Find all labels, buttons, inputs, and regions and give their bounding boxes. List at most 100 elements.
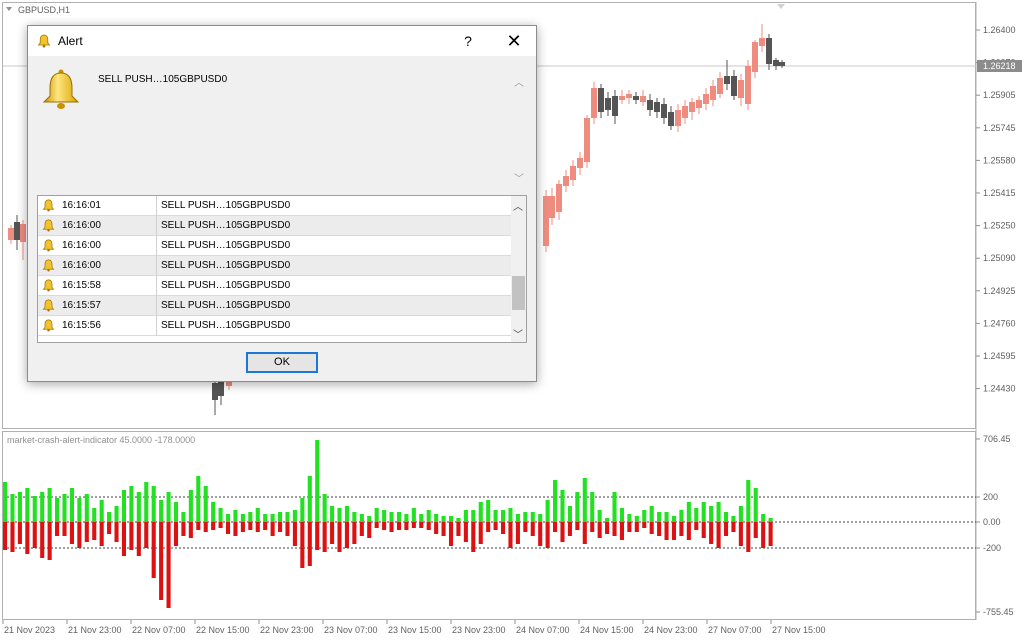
dialog-titlebar[interactable]: Alert ? ✕: [28, 26, 536, 56]
candle-body: [563, 176, 569, 186]
scroll-down-icon[interactable]: ﹀: [514, 170, 524, 185]
list-item[interactable]: 16:16:00 SELL PUSH…105GBPUSD0: [38, 236, 512, 256]
candle-body: [570, 166, 576, 180]
histogram-bar-down: [441, 522, 446, 536]
list-item[interactable]: 16:15:58 SELL PUSH…105GBPUSD0: [38, 276, 512, 296]
bell-icon: [42, 319, 55, 332]
time-label: 24 Nov 15:00: [580, 625, 634, 635]
histogram-bar-down: [159, 522, 164, 600]
histogram-bar-up: [225, 514, 231, 522]
list-item[interactable]: 16:16:00 SELL PUSH…105GBPUSD0: [38, 216, 512, 236]
histogram-bar-up: [344, 506, 349, 522]
histogram-bar-up: [330, 506, 335, 522]
close-button[interactable]: ✕: [504, 31, 524, 51]
histogram-bar-up: [612, 492, 617, 522]
candle-body: [633, 96, 639, 100]
symbol-label: GBPUSD,H1: [18, 5, 70, 15]
histogram-bar-up: [508, 508, 513, 522]
time-label: 23 Nov 15:00: [388, 625, 442, 635]
list-item[interactable]: 16:16:00 SELL PUSH…105GBPUSD0: [38, 256, 512, 276]
histogram-bar-down: [151, 522, 156, 578]
column-divider: [156, 296, 157, 316]
histogram-bar-up: [181, 512, 186, 522]
histogram-bar-down: [538, 522, 543, 546]
bell-icon: [42, 299, 55, 312]
list-item[interactable]: 16:15:56 SELL PUSH…105GBPUSD0: [38, 316, 512, 336]
histogram-bar-up: [278, 512, 283, 522]
alert-bell-icon: [42, 69, 80, 109]
histogram-bar-up: [17, 492, 22, 522]
histogram-bar-up: [627, 514, 632, 522]
alert-time: 16:15:56: [62, 320, 101, 331]
help-button[interactable]: ?: [458, 31, 478, 51]
histogram-bar-down: [567, 522, 572, 536]
alert-text: SELL PUSH…105GBPUSD0: [161, 240, 291, 251]
histogram-bar-down: [121, 522, 127, 556]
ok-button[interactable]: OK: [246, 352, 318, 373]
list-scroll-up-icon[interactable]: ︿: [513, 198, 523, 213]
histogram-bar-up: [25, 488, 30, 522]
price-label: 1.24760: [983, 318, 1016, 328]
histogram-bar-down: [738, 522, 743, 546]
column-divider: [156, 236, 157, 256]
histogram-bar-up: [367, 516, 372, 522]
chart-shift-icon: [777, 4, 785, 9]
histogram-bar-up: [396, 512, 402, 522]
histogram-bar-down: [181, 522, 186, 536]
histogram-bar-down: [389, 522, 394, 532]
histogram-bar-down: [523, 522, 528, 532]
histogram-bar-up: [92, 508, 97, 522]
histogram-bar-up: [441, 516, 446, 522]
histogram-bar-up: [32, 496, 37, 522]
candle-body: [591, 88, 597, 118]
list-scroll-thumb[interactable]: [512, 276, 525, 310]
indicator-scale-label: -200: [983, 543, 1001, 553]
histogram-bar-down: [419, 522, 424, 528]
histogram-bar-up: [300, 498, 305, 522]
dialog-title: Alert: [58, 34, 83, 48]
indicator-scale-label: -755.45: [983, 607, 1014, 617]
candle-body: [766, 38, 772, 64]
list-scrollbar[interactable]: ︿ ﹀: [511, 196, 526, 342]
list-scroll-down-icon[interactable]: ﹀: [513, 326, 523, 341]
histogram-bar-up: [657, 512, 662, 522]
histogram-bar-down: [605, 522, 610, 534]
histogram-bar-down: [129, 522, 134, 550]
alert-text: SELL PUSH…105GBPUSD0: [161, 320, 291, 331]
histogram-bar-down: [649, 522, 654, 534]
histogram-bar-down: [62, 522, 67, 536]
histogram-bar-down: [136, 522, 141, 556]
bell-icon: [42, 259, 55, 272]
histogram-bar-up: [664, 512, 669, 522]
histogram-bar-up: [768, 518, 773, 522]
list-item[interactable]: 16:15:57 SELL PUSH…105GBPUSD0: [38, 296, 512, 316]
histogram-bar-down: [382, 522, 387, 530]
histogram-bar-up: [263, 514, 268, 522]
scroll-up-icon[interactable]: ︿: [514, 74, 524, 89]
histogram-bar-up: [233, 510, 238, 522]
time-label: 22 Nov 15:00: [196, 625, 250, 635]
histogram-bar-up: [62, 494, 67, 522]
time-label: 21 Nov 2023: [4, 625, 55, 635]
alert-history-list[interactable]: 16:16:01 SELL PUSH…105GBPUSD0 16:16:00 SELL…: [37, 195, 527, 343]
column-divider: [156, 316, 157, 336]
histogram-bar-down: [634, 522, 639, 532]
histogram-bar-up: [218, 508, 223, 522]
histogram-bar-up: [359, 514, 364, 522]
price-label: 1.25580: [983, 155, 1016, 165]
list-item[interactable]: 16:16:01 SELL PUSH…105GBPUSD0: [38, 196, 512, 216]
histogram-bar-down: [493, 522, 498, 530]
histogram-bar-up: [686, 502, 691, 522]
candle-body: [640, 96, 646, 102]
histogram-bar-down: [278, 522, 283, 532]
histogram-bar-up: [694, 508, 699, 522]
candle-body: [703, 94, 709, 104]
histogram-bar-up: [69, 488, 74, 522]
histogram-bar-down: [500, 522, 506, 534]
price-label: 1.25415: [983, 188, 1016, 198]
histogram-bar-down: [285, 522, 290, 536]
alert-text: SELL PUSH…105GBPUSD0: [161, 280, 291, 291]
message-scrollbar[interactable]: ︿ ﹀: [514, 74, 526, 185]
candle-body: [675, 110, 681, 126]
histogram-bar-up: [530, 512, 535, 522]
